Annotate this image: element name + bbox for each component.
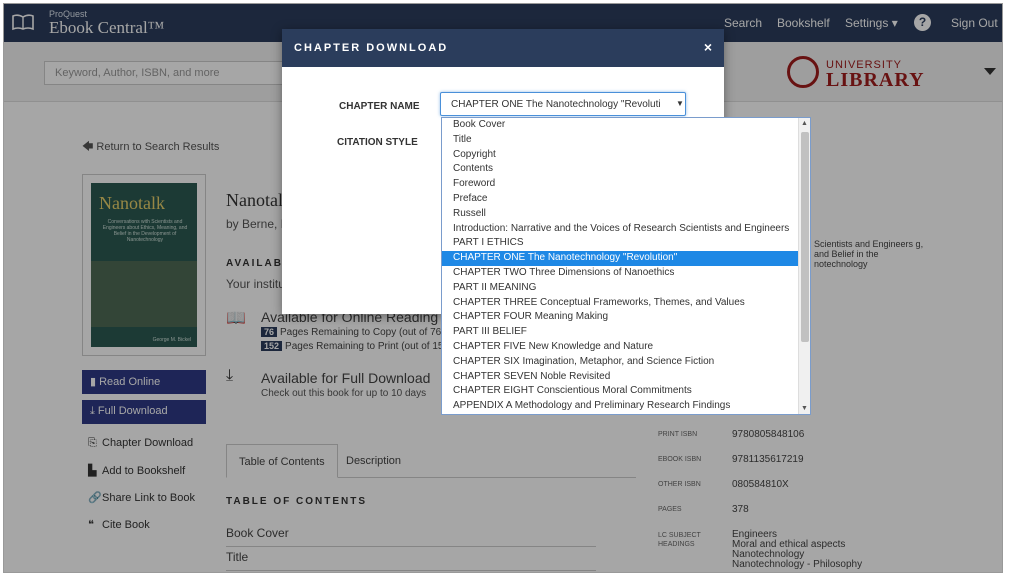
dropdown-option[interactable]: CHAPTER EIGHT Conscientious Moral Commit…: [442, 384, 810, 399]
dropdown-option[interactable]: CHAPTER SIX Imagination, Metaphor, and S…: [442, 355, 810, 370]
dropdown-option[interactable]: CHAPTER THREE Conceptual Frameworks, The…: [442, 296, 810, 311]
close-icon[interactable]: ×: [704, 39, 712, 55]
dropdown-option[interactable]: PART III BELIEF: [442, 325, 810, 340]
dropdown-option[interactable]: Preface: [442, 192, 810, 207]
dropdown-option[interactable]: Foreword: [442, 177, 810, 192]
chapter-name-label: CHAPTER NAME: [339, 101, 420, 112]
chapter-dropdown-list[interactable]: Book Cover Title Copyright Contents Foreword…: [441, 117, 811, 415]
dropdown-scrollbar[interactable]: ▲ ▼: [798, 118, 810, 414]
dialog-title: CHAPTER DOWNLOAD: [294, 42, 449, 54]
dropdown-options: Book Cover Title Copyright Contents Foreword…: [442, 118, 810, 414]
dropdown-option[interactable]: Introduction: Narrative and the Voices o…: [442, 222, 810, 237]
dropdown-option[interactable]: PART I ETHICS: [442, 236, 810, 251]
citation-style-label: CITATION STYLE: [337, 137, 418, 148]
dropdown-option[interactable]: Book Cover: [442, 118, 810, 133]
dropdown-option[interactable]: Copyright: [442, 148, 810, 163]
app-window: ProQuest Ebook Central™ Search Bookshelf…: [3, 3, 1003, 573]
scroll-up-icon[interactable]: ▲: [801, 120, 808, 127]
chapter-select[interactable]: CHAPTER ONE The Nanotechnology "Revoluti: [440, 92, 686, 116]
dropdown-option[interactable]: CHAPTER TWO Three Dimensions of Nanoethi…: [442, 266, 810, 281]
scrollbar-thumb[interactable]: [801, 132, 809, 342]
dropdown-option[interactable]: PART II MEANING: [442, 281, 810, 296]
dropdown-option[interactable]: Russell: [442, 207, 810, 222]
dropdown-option[interactable]: CHAPTER FOUR Meaning Making: [442, 310, 810, 325]
dropdown-option[interactable]: CHAPTER ONE The Nanotechnology "Revoluti…: [442, 251, 810, 266]
dialog-header: CHAPTER DOWNLOAD ×: [282, 29, 724, 67]
dropdown-option[interactable]: APPENDIX A Methodology and Preliminary R…: [442, 399, 810, 414]
select-arrow-icon[interactable]: ▼: [676, 99, 684, 108]
dropdown-option[interactable]: CHAPTER FIVE New Knowledge and Nature: [442, 340, 810, 355]
dropdown-option[interactable]: CHAPTER SEVEN Noble Revisited: [442, 370, 810, 385]
dropdown-option[interactable]: Title: [442, 133, 810, 148]
scroll-down-icon[interactable]: ▼: [801, 405, 808, 412]
dropdown-option[interactable]: Contents: [442, 162, 810, 177]
